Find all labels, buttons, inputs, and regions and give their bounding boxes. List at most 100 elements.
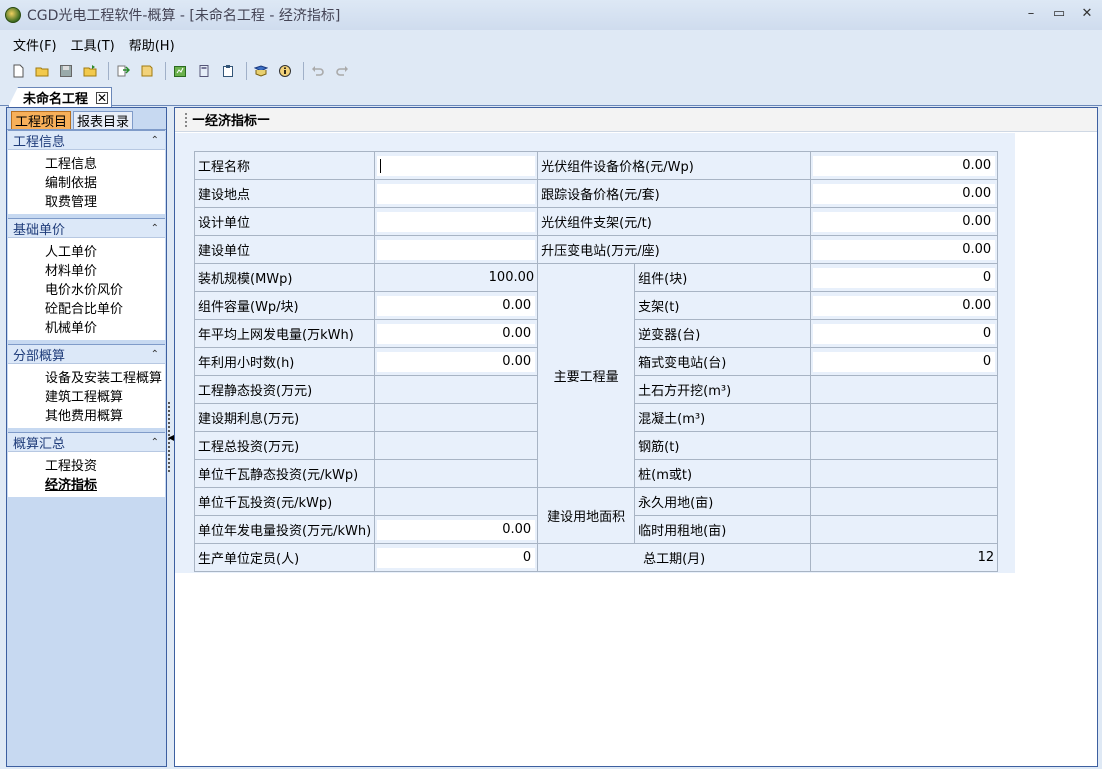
- module-capacity-input[interactable]: 0.00: [377, 295, 536, 316]
- menu-file[interactable]: 文件(F): [6, 35, 64, 54]
- document-tab-strip: 未命名工程 ✕: [0, 84, 1102, 107]
- collapse-chevron-icon[interactable]: ⌃: [151, 135, 159, 146]
- section-header[interactable]: 基础单价 ⌃: [8, 218, 165, 238]
- maximize-button[interactable]: ▭: [1052, 6, 1066, 21]
- nav-item-economic-indicators[interactable]: 经济指标: [45, 474, 165, 493]
- nav-item-construction-estimate[interactable]: 建筑工程概算: [45, 386, 165, 405]
- import-button[interactable]: [113, 61, 133, 81]
- manual-book-icon: [254, 65, 268, 77]
- nav-item-concrete-mix-price[interactable]: 砼配合比单价: [45, 298, 165, 317]
- nav-item-material-price[interactable]: 材料单价: [45, 260, 165, 279]
- pv-module-price-input[interactable]: 0.00: [813, 155, 996, 176]
- nav-item-equipment-estimate[interactable]: 设备及安装工程概算: [45, 367, 165, 386]
- calculate-report-button[interactable]: [170, 61, 190, 81]
- inverters-input[interactable]: 0: [813, 323, 996, 344]
- tracking-device-price-input[interactable]: 0.00: [813, 183, 996, 204]
- nav-item-utility-price[interactable]: 电价水价风价: [45, 279, 165, 298]
- tab-report-catalog[interactable]: 报表目录: [73, 111, 134, 130]
- group-title: 经济指标: [205, 114, 258, 129]
- book-icon: [141, 65, 153, 77]
- text-cursor: [380, 158, 382, 173]
- clipboard-icon: [223, 65, 233, 77]
- label-construction-site: 建设地点: [193, 179, 376, 208]
- nav-item-project-info[interactable]: 工程信息: [45, 153, 165, 172]
- clipboard-button[interactable]: [218, 61, 238, 81]
- label-tracking-device-price: 跟踪设备价格(元/套): [537, 179, 812, 208]
- nav-item-fee-management[interactable]: 取费管理: [45, 191, 165, 210]
- substation-price-input[interactable]: 0.00: [813, 239, 996, 260]
- app-logo-icon: [5, 7, 21, 23]
- annual-generation-input[interactable]: 0.00: [377, 323, 536, 344]
- nav-item-project-investment[interactable]: 工程投资: [45, 455, 165, 474]
- export-folder-button[interactable]: [80, 61, 100, 81]
- label-installed-capacity: 装机规模(MWp): [193, 263, 376, 292]
- nav-item-other-cost-estimate[interactable]: 其他费用概算: [45, 405, 165, 424]
- toolbar: [0, 58, 1102, 84]
- section-sub-estimate: 分部概算 ⌃ 设备及安装工程概算 建筑工程概算 其他费用概算: [8, 344, 165, 428]
- label-unit-investment: 单位千瓦投资(元/kWp): [193, 487, 376, 516]
- section-header[interactable]: 工程信息 ⌃: [8, 130, 165, 150]
- undo-icon: [312, 66, 324, 76]
- collapse-chevron-icon[interactable]: ⌃: [151, 437, 159, 448]
- temporary-land-value: [810, 515, 999, 544]
- nav-item-labor-price[interactable]: 人工单价: [45, 241, 165, 260]
- piles-value: [810, 459, 999, 488]
- save-button[interactable]: [56, 61, 76, 81]
- staff-quota-input[interactable]: 0: [377, 547, 536, 568]
- box-substations-input[interactable]: 0: [813, 351, 996, 372]
- nav-item-machinery-price[interactable]: 机械单价: [45, 317, 165, 336]
- label-construction-unit: 建设单位: [193, 235, 376, 264]
- construction-unit-input[interactable]: [377, 239, 536, 260]
- section-project-info: 工程信息 ⌃ 工程信息 编制依据 取费管理: [8, 130, 165, 214]
- manual-button[interactable]: [251, 61, 271, 81]
- section-header[interactable]: 概算汇总 ⌃: [8, 432, 165, 452]
- new-file-icon: [13, 64, 24, 78]
- menu-tools[interactable]: 工具(T): [64, 35, 122, 54]
- panel-splitter[interactable]: ◀: [167, 107, 174, 767]
- about-button[interactable]: [275, 61, 295, 81]
- undo-button[interactable]: [308, 61, 328, 81]
- save-icon: [60, 65, 72, 77]
- nav-item-compilation-basis[interactable]: 编制依据: [45, 172, 165, 191]
- open-folder-button[interactable]: [32, 61, 52, 81]
- label-temporary-land: 临时用租地(亩): [634, 515, 812, 544]
- pv-bracket-price-input[interactable]: 0.00: [813, 211, 996, 232]
- label-modules-count: 组件(块): [634, 263, 812, 292]
- tab-project-items[interactable]: 工程项目: [11, 111, 72, 130]
- calculator-icon: [199, 65, 209, 77]
- minimize-button[interactable]: –: [1024, 6, 1038, 21]
- menu-help[interactable]: 帮助(H): [122, 35, 182, 54]
- import-icon: [117, 65, 130, 77]
- collapse-chevron-icon[interactable]: ⌃: [151, 223, 159, 234]
- generation-investment-input[interactable]: 0.00: [377, 519, 536, 540]
- utilization-hours-input[interactable]: 0.00: [377, 351, 536, 372]
- close-window-button[interactable]: ✕: [1080, 6, 1094, 21]
- book-button[interactable]: [137, 61, 157, 81]
- calculator-button[interactable]: [194, 61, 214, 81]
- label-unit-static-investment: 单位千瓦静态投资(元/kWp): [193, 459, 376, 488]
- project-name-input[interactable]: [377, 155, 536, 176]
- construction-site-input[interactable]: [377, 183, 536, 204]
- label-pv-bracket-price: 光伏组件支架(元/t): [537, 207, 812, 236]
- unit-investment-value: [374, 487, 539, 516]
- modules-count-input[interactable]: 0: [813, 267, 996, 288]
- close-tab-icon[interactable]: ✕: [96, 91, 109, 104]
- section-header[interactable]: 分部概算 ⌃: [8, 344, 165, 364]
- label-static-investment: 工程静态投资(万元): [193, 375, 376, 404]
- economic-indicators-panel: — 经济指标 — 工程名称 光伏组件设备价格(元/Wp) 0.00 建设地点 跟踪设…: [174, 107, 1098, 767]
- construction-interest-value: [374, 403, 539, 432]
- label-substation-price: 升压变电站(万元/座): [537, 235, 812, 264]
- collapse-chevron-icon[interactable]: ⌃: [151, 349, 159, 360]
- label-module-capacity: 组件容量(Wp/块): [193, 291, 376, 320]
- new-file-button[interactable]: [8, 61, 28, 81]
- bracket-weight-input[interactable]: 0.00: [813, 295, 996, 316]
- rebar-value: [810, 431, 999, 460]
- label-concrete: 混凝土(m³): [634, 403, 812, 432]
- label-generation-investment: 单位年发电量投资(万元/kWh): [193, 515, 376, 544]
- redo-button[interactable]: [332, 61, 352, 81]
- unit-static-investment-value: [374, 459, 539, 488]
- label-rebar: 钢筋(t): [634, 431, 812, 460]
- document-tab[interactable]: 未命名工程 ✕: [8, 87, 112, 107]
- design-unit-input[interactable]: [377, 211, 536, 232]
- label-construction-interest: 建设期利息(万元): [193, 403, 376, 432]
